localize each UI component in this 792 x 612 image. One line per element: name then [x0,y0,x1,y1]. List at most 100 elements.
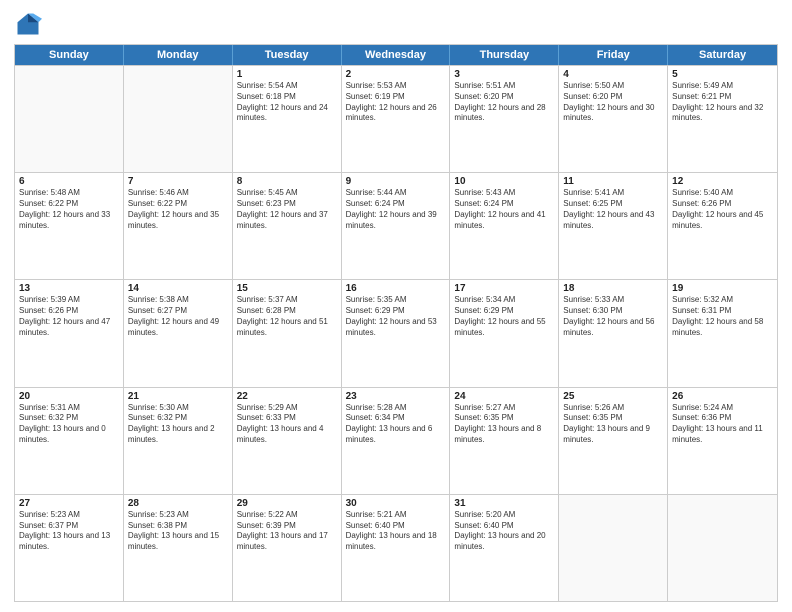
cell-text: Sunrise: 5:32 AM Sunset: 6:31 PM Dayligh… [672,295,773,338]
week-row-5: 27Sunrise: 5:23 AM Sunset: 6:37 PM Dayli… [15,494,777,601]
cell-text: Sunrise: 5:33 AM Sunset: 6:30 PM Dayligh… [563,295,663,338]
cal-cell: 13Sunrise: 5:39 AM Sunset: 6:26 PM Dayli… [15,280,124,386]
cal-cell: 9Sunrise: 5:44 AM Sunset: 6:24 PM Daylig… [342,173,451,279]
day-number: 3 [454,69,554,80]
cell-text: Sunrise: 5:44 AM Sunset: 6:24 PM Dayligh… [346,188,446,231]
cal-cell: 26Sunrise: 5:24 AM Sunset: 6:36 PM Dayli… [668,388,777,494]
header-day-friday: Friday [559,45,668,65]
cal-cell [15,66,124,172]
cell-text: Sunrise: 5:45 AM Sunset: 6:23 PM Dayligh… [237,188,337,231]
logo-icon [14,10,42,38]
cal-cell: 22Sunrise: 5:29 AM Sunset: 6:33 PM Dayli… [233,388,342,494]
cal-cell: 8Sunrise: 5:45 AM Sunset: 6:23 PM Daylig… [233,173,342,279]
calendar: SundayMondayTuesdayWednesdayThursdayFrid… [14,44,778,602]
week-row-2: 6Sunrise: 5:48 AM Sunset: 6:22 PM Daylig… [15,172,777,279]
day-number: 23 [346,391,446,402]
cell-text: Sunrise: 5:35 AM Sunset: 6:29 PM Dayligh… [346,295,446,338]
week-row-1: 1Sunrise: 5:54 AM Sunset: 6:18 PM Daylig… [15,65,777,172]
day-number: 28 [128,498,228,509]
cal-cell: 30Sunrise: 5:21 AM Sunset: 6:40 PM Dayli… [342,495,451,601]
cell-text: Sunrise: 5:26 AM Sunset: 6:35 PM Dayligh… [563,403,663,446]
day-number: 13 [19,283,119,294]
header-day-thursday: Thursday [450,45,559,65]
cell-text: Sunrise: 5:30 AM Sunset: 6:32 PM Dayligh… [128,403,228,446]
day-number: 6 [19,176,119,187]
cal-cell: 20Sunrise: 5:31 AM Sunset: 6:32 PM Dayli… [15,388,124,494]
cell-text: Sunrise: 5:51 AM Sunset: 6:20 PM Dayligh… [454,81,554,124]
cell-text: Sunrise: 5:46 AM Sunset: 6:22 PM Dayligh… [128,188,228,231]
cell-text: Sunrise: 5:23 AM Sunset: 6:37 PM Dayligh… [19,510,119,553]
cal-cell: 2Sunrise: 5:53 AM Sunset: 6:19 PM Daylig… [342,66,451,172]
day-number: 15 [237,283,337,294]
page: SundayMondayTuesdayWednesdayThursdayFrid… [0,0,792,612]
cal-cell: 7Sunrise: 5:46 AM Sunset: 6:22 PM Daylig… [124,173,233,279]
cal-cell: 18Sunrise: 5:33 AM Sunset: 6:30 PM Dayli… [559,280,668,386]
cell-text: Sunrise: 5:50 AM Sunset: 6:20 PM Dayligh… [563,81,663,124]
cal-cell: 27Sunrise: 5:23 AM Sunset: 6:37 PM Dayli… [15,495,124,601]
day-number: 12 [672,176,773,187]
day-number: 14 [128,283,228,294]
header-day-saturday: Saturday [668,45,777,65]
day-number: 16 [346,283,446,294]
cell-text: Sunrise: 5:23 AM Sunset: 6:38 PM Dayligh… [128,510,228,553]
cell-text: Sunrise: 5:48 AM Sunset: 6:22 PM Dayligh… [19,188,119,231]
day-number: 27 [19,498,119,509]
day-number: 20 [19,391,119,402]
day-number: 9 [346,176,446,187]
header [14,10,778,38]
cal-cell: 21Sunrise: 5:30 AM Sunset: 6:32 PM Dayli… [124,388,233,494]
calendar-body: 1Sunrise: 5:54 AM Sunset: 6:18 PM Daylig… [15,65,777,601]
day-number: 10 [454,176,554,187]
day-number: 4 [563,69,663,80]
day-number: 7 [128,176,228,187]
day-number: 24 [454,391,554,402]
day-number: 22 [237,391,337,402]
cell-text: Sunrise: 5:38 AM Sunset: 6:27 PM Dayligh… [128,295,228,338]
cell-text: Sunrise: 5:43 AM Sunset: 6:24 PM Dayligh… [454,188,554,231]
cal-cell: 23Sunrise: 5:28 AM Sunset: 6:34 PM Dayli… [342,388,451,494]
cal-cell: 10Sunrise: 5:43 AM Sunset: 6:24 PM Dayli… [450,173,559,279]
header-day-wednesday: Wednesday [342,45,451,65]
cell-text: Sunrise: 5:29 AM Sunset: 6:33 PM Dayligh… [237,403,337,446]
cal-cell: 5Sunrise: 5:49 AM Sunset: 6:21 PM Daylig… [668,66,777,172]
cal-cell: 16Sunrise: 5:35 AM Sunset: 6:29 PM Dayli… [342,280,451,386]
day-number: 31 [454,498,554,509]
cell-text: Sunrise: 5:49 AM Sunset: 6:21 PM Dayligh… [672,81,773,124]
cal-cell: 25Sunrise: 5:26 AM Sunset: 6:35 PM Dayli… [559,388,668,494]
day-number: 30 [346,498,446,509]
day-number: 1 [237,69,337,80]
day-number: 18 [563,283,663,294]
header-day-sunday: Sunday [15,45,124,65]
cell-text: Sunrise: 5:40 AM Sunset: 6:26 PM Dayligh… [672,188,773,231]
cell-text: Sunrise: 5:27 AM Sunset: 6:35 PM Dayligh… [454,403,554,446]
day-number: 29 [237,498,337,509]
cal-cell: 6Sunrise: 5:48 AM Sunset: 6:22 PM Daylig… [15,173,124,279]
cell-text: Sunrise: 5:24 AM Sunset: 6:36 PM Dayligh… [672,403,773,446]
cal-cell: 28Sunrise: 5:23 AM Sunset: 6:38 PM Dayli… [124,495,233,601]
cal-cell: 3Sunrise: 5:51 AM Sunset: 6:20 PM Daylig… [450,66,559,172]
cell-text: Sunrise: 5:31 AM Sunset: 6:32 PM Dayligh… [19,403,119,446]
cal-cell: 17Sunrise: 5:34 AM Sunset: 6:29 PM Dayli… [450,280,559,386]
header-day-monday: Monday [124,45,233,65]
cell-text: Sunrise: 5:22 AM Sunset: 6:39 PM Dayligh… [237,510,337,553]
cell-text: Sunrise: 5:54 AM Sunset: 6:18 PM Dayligh… [237,81,337,124]
header-day-tuesday: Tuesday [233,45,342,65]
cell-text: Sunrise: 5:37 AM Sunset: 6:28 PM Dayligh… [237,295,337,338]
cal-cell: 4Sunrise: 5:50 AM Sunset: 6:20 PM Daylig… [559,66,668,172]
cal-cell: 19Sunrise: 5:32 AM Sunset: 6:31 PM Dayli… [668,280,777,386]
cell-text: Sunrise: 5:53 AM Sunset: 6:19 PM Dayligh… [346,81,446,124]
cell-text: Sunrise: 5:41 AM Sunset: 6:25 PM Dayligh… [563,188,663,231]
cal-cell: 11Sunrise: 5:41 AM Sunset: 6:25 PM Dayli… [559,173,668,279]
cal-cell: 12Sunrise: 5:40 AM Sunset: 6:26 PM Dayli… [668,173,777,279]
day-number: 17 [454,283,554,294]
day-number: 21 [128,391,228,402]
cell-text: Sunrise: 5:34 AM Sunset: 6:29 PM Dayligh… [454,295,554,338]
cal-cell: 24Sunrise: 5:27 AM Sunset: 6:35 PM Dayli… [450,388,559,494]
cell-text: Sunrise: 5:20 AM Sunset: 6:40 PM Dayligh… [454,510,554,553]
cal-cell: 15Sunrise: 5:37 AM Sunset: 6:28 PM Dayli… [233,280,342,386]
day-number: 8 [237,176,337,187]
cell-text: Sunrise: 5:28 AM Sunset: 6:34 PM Dayligh… [346,403,446,446]
cal-cell: 29Sunrise: 5:22 AM Sunset: 6:39 PM Dayli… [233,495,342,601]
day-number: 2 [346,69,446,80]
day-number: 5 [672,69,773,80]
